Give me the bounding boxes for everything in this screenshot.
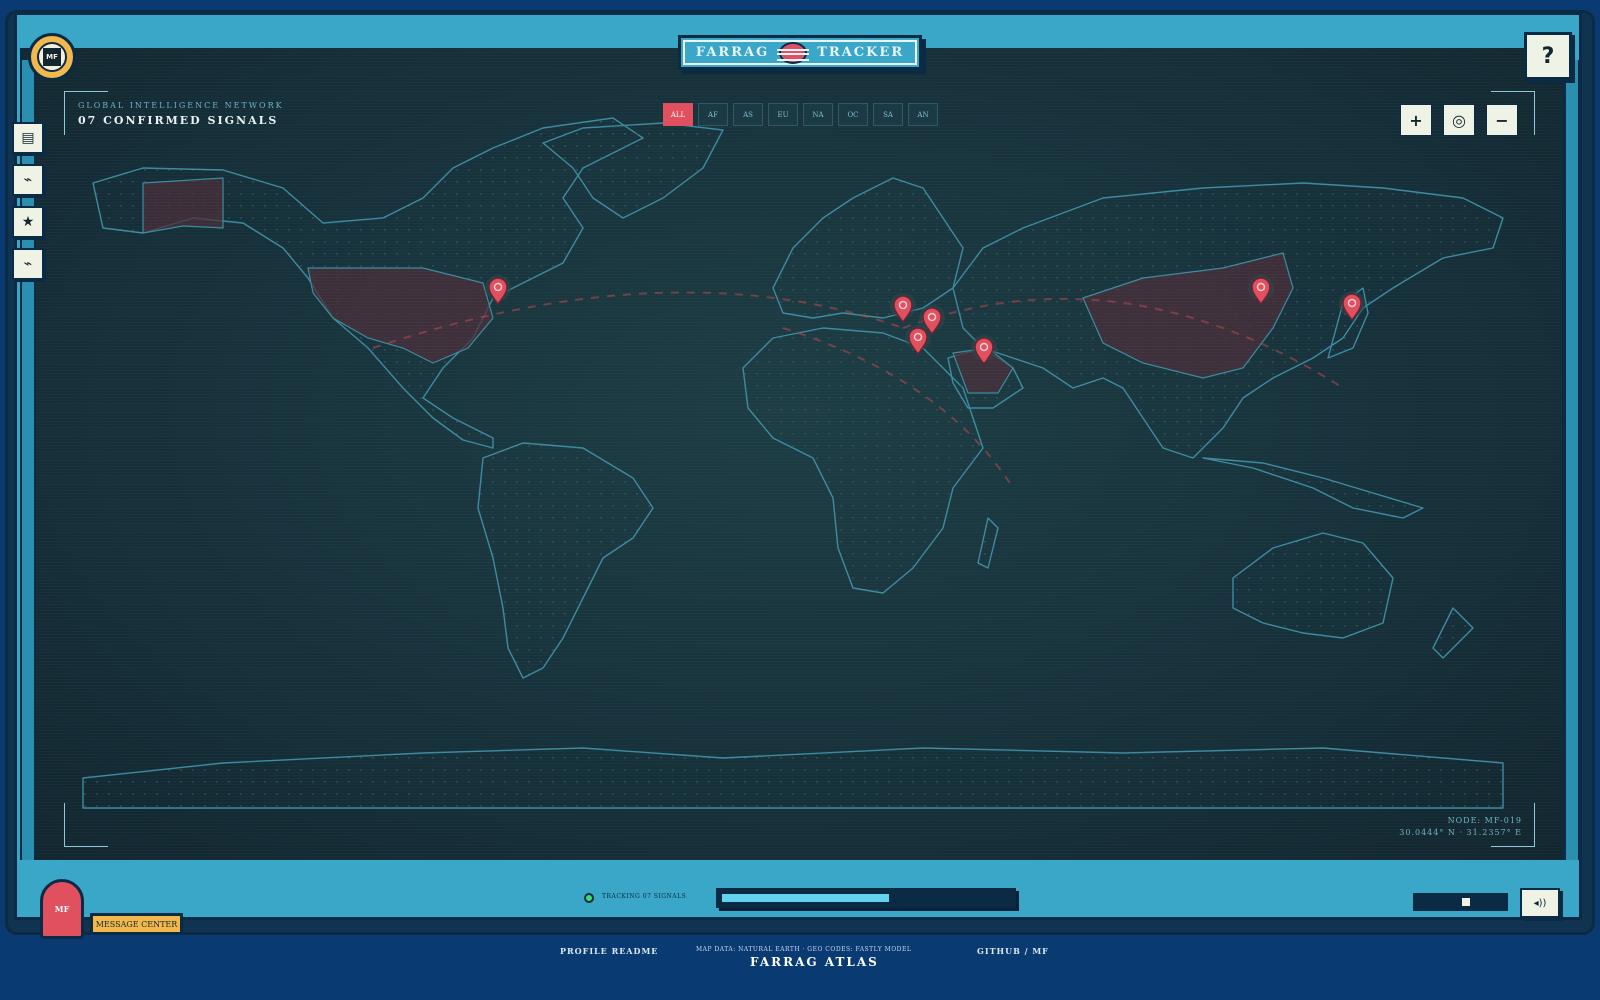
title-right-text: TRACKER xyxy=(817,45,905,60)
volume-knob[interactable] xyxy=(1462,898,1471,906)
filter-eu[interactable]: EU xyxy=(768,103,798,126)
tracking-progress xyxy=(716,888,1016,908)
corner-bracket-tl xyxy=(64,91,108,135)
corner-bracket-br xyxy=(1491,803,1535,847)
app-title[interactable]: FARRAG TRACKER xyxy=(678,35,922,70)
node-coordinates: 30.0444° N · 31.2357° E xyxy=(1399,828,1522,837)
zoom-out-button[interactable]: − xyxy=(1486,104,1518,136)
github-link[interactable]: GITHUB / MF xyxy=(977,946,1049,956)
help-button[interactable]: ? xyxy=(1524,32,1572,80)
tracking-label: TRACKING 07 SIGNALS xyxy=(602,893,687,900)
right-rail xyxy=(1564,60,1580,860)
network-label: GLOBAL INTELLIGENCE NETWORK xyxy=(78,101,284,110)
signal-count: 07 CONFIRMED SIGNALS xyxy=(78,114,279,127)
title-left-text: FARRAG xyxy=(695,45,770,60)
continent-antarctica xyxy=(82,747,1504,809)
signal-icon[interactable]: ⌁ xyxy=(12,248,44,280)
continent-australia xyxy=(1232,532,1394,639)
menu-icon[interactable] xyxy=(777,41,810,64)
continent-south-america xyxy=(477,442,654,679)
map-screen[interactable] xyxy=(20,48,1565,860)
star-icon[interactable]: ★ xyxy=(12,206,44,238)
filter-na[interactable]: NA xyxy=(803,103,833,126)
filter-af[interactable]: AF xyxy=(698,103,728,126)
signal-marker-icon[interactable] xyxy=(904,324,932,358)
signal-marker-icon[interactable] xyxy=(1338,290,1366,324)
recenter-button[interactable]: ◎ xyxy=(1443,104,1475,136)
signal-marker-icon[interactable] xyxy=(484,274,512,308)
activity-icon[interactable]: ⌁ xyxy=(12,164,44,196)
filter-sa[interactable]: SA xyxy=(873,103,903,126)
island-new-zealand xyxy=(1432,607,1474,659)
speaker-button[interactable]: ◂)) xyxy=(1520,888,1560,918)
island-madagascar xyxy=(977,517,999,569)
profile-readme-link[interactable]: PROFILE README xyxy=(560,946,658,956)
corner-bracket-bl xyxy=(64,803,108,847)
footer-brand: FARRAG ATLAS xyxy=(750,955,879,969)
filter-oc[interactable]: OC xyxy=(838,103,868,126)
progress-fill xyxy=(722,894,890,902)
world-map[interactable] xyxy=(23,48,1565,860)
avatar-initials: MF xyxy=(43,48,61,66)
volume-slider[interactable] xyxy=(1413,893,1508,911)
highlight-alaska xyxy=(142,177,224,234)
filter-all[interactable]: ALL xyxy=(663,103,693,126)
message-center-button[interactable]: MESSAGE CENTER xyxy=(90,913,183,935)
avatar-core: MF xyxy=(37,42,67,72)
node-id: NODE: MF-019 xyxy=(1447,816,1522,825)
user-avatar[interactable]: MF xyxy=(40,879,84,939)
filter-as[interactable]: AS xyxy=(733,103,763,126)
document-icon[interactable]: ▤ xyxy=(12,122,44,154)
status-indicator-icon xyxy=(584,893,594,903)
map-credit: MAP DATA: NATURAL EARTH · GEO CODES: FAS… xyxy=(696,946,912,953)
continent-africa xyxy=(742,327,984,594)
filter-an[interactable]: AN xyxy=(908,103,938,126)
zoom-in-button[interactable]: + xyxy=(1400,104,1432,136)
signal-marker-icon[interactable] xyxy=(889,292,917,326)
avatar[interactable]: MF xyxy=(28,33,76,81)
region-filters: ALL AF AS EU NA OC SA AN xyxy=(663,103,938,126)
continent-europe xyxy=(772,177,964,319)
signal-marker-icon[interactable] xyxy=(970,334,998,368)
islands-southeast-asia xyxy=(1202,457,1424,519)
signal-marker-icon[interactable] xyxy=(1247,274,1275,308)
